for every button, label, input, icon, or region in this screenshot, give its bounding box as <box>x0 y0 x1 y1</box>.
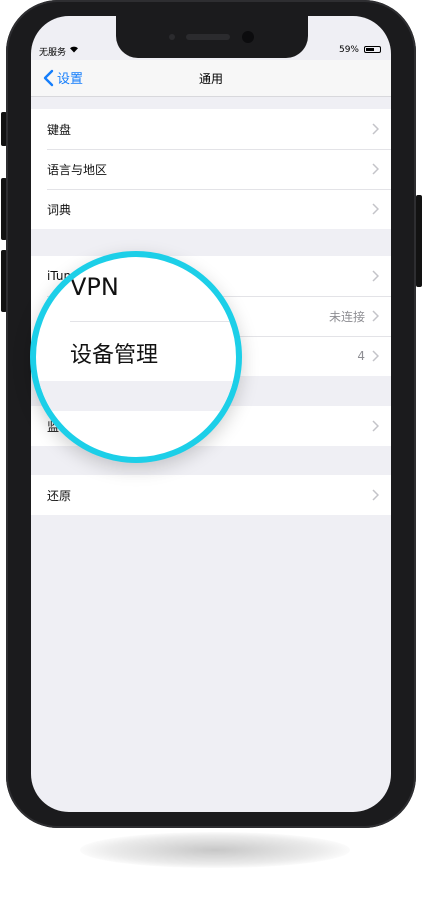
row-dictionary[interactable]: 词典 <box>31 189 391 229</box>
chevron-right-icon <box>372 123 379 135</box>
notch <box>116 16 308 58</box>
row-keyboard[interactable]: 键盘 <box>31 109 391 149</box>
row-label: 词典 <box>47 202 72 217</box>
chevron-right-icon <box>372 350 379 362</box>
magnified-device-management-label: 设备管理 <box>70 343 159 368</box>
speaker-grille <box>186 34 230 40</box>
chevron-right-icon <box>372 203 379 215</box>
magnifier-lens: VPN 设备管理 <box>30 251 242 463</box>
navigation-bar: 设置 通用 <box>31 60 391 97</box>
magnified-vpn-label: VPN <box>70 273 119 301</box>
magnified-separator <box>70 321 236 322</box>
wifi-icon <box>69 45 79 56</box>
row-value: 未连接 <box>328 309 365 324</box>
chevron-right-icon <box>372 163 379 175</box>
row-label: 语言与地区 <box>47 162 108 177</box>
chevron-right-icon <box>372 420 379 432</box>
device-shadow <box>80 832 350 868</box>
settings-group-reset: 还原 <box>31 475 391 515</box>
settings-group-input: 键盘 语言与地区 词典 <box>31 109 391 229</box>
row-value: 4 <box>357 349 365 363</box>
power-button <box>416 195 422 287</box>
chevron-right-icon <box>372 489 379 501</box>
row-label: 键盘 <box>47 122 72 137</box>
page-title: 通用 <box>198 72 223 86</box>
row-label: 还原 <box>47 488 72 503</box>
magnified-section-gap <box>36 381 236 411</box>
carrier-text: 无服务 <box>39 48 67 58</box>
battery-percent: 59% <box>338 45 359 55</box>
front-camera <box>242 31 254 43</box>
battery-icon <box>364 46 381 53</box>
chevron-right-icon <box>372 310 379 322</box>
row-reset[interactable]: 还原 <box>31 475 391 515</box>
row-language-region[interactable]: 语言与地区 <box>31 149 391 189</box>
chevron-right-icon <box>372 270 379 282</box>
